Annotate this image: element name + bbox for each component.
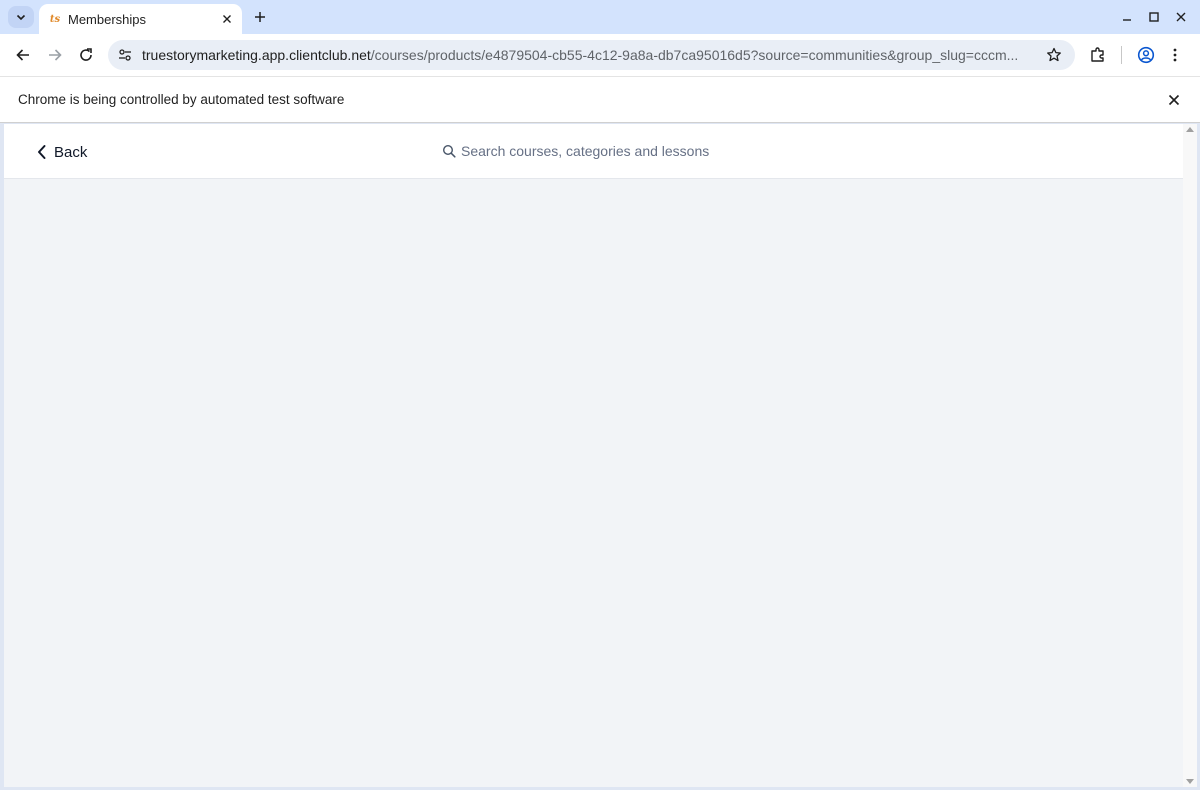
chevron-left-icon — [38, 145, 46, 159]
infobar-message: Chrome is being controlled by automated … — [18, 92, 345, 107]
toolbar-divider — [1121, 46, 1122, 64]
page-viewport: Back Search courses, categories and less… — [4, 124, 1197, 787]
puzzle-icon — [1091, 47, 1104, 62]
chevron-down-icon — [16, 14, 26, 21]
maximize-icon — [1149, 12, 1159, 22]
minimize-icon — [1123, 19, 1131, 21]
account-circle-icon — [1137, 46, 1155, 64]
infobar-close-button[interactable] — [1164, 90, 1184, 110]
page-scrollbar[interactable] — [1183, 124, 1197, 787]
tab-close-button[interactable] — [218, 10, 236, 28]
tab-strip: ts Memberships — [0, 0, 1200, 34]
back-label: Back — [54, 143, 88, 161]
back-button[interactable]: Back — [36, 141, 87, 163]
arrow-left-icon — [16, 49, 29, 61]
course-search-input[interactable]: Search courses, categories and lessons — [442, 139, 862, 163]
address-bar[interactable]: truestorymarketing.app.clientclub.net/co… — [108, 40, 1075, 70]
forward-nav-button[interactable] — [43, 43, 67, 67]
browser-tab[interactable]: ts Memberships — [39, 4, 242, 34]
browser-toolbar: truestorymarketing.app.clientclub.net/co… — [0, 34, 1200, 76]
url-text: truestorymarketing.app.clientclub.net/co… — [142, 47, 1043, 63]
window-close-button[interactable] — [1171, 7, 1191, 27]
search-icon — [442, 144, 456, 158]
url-path: /courses/products/e4879504-cb55-4c12-9a8… — [370, 47, 1019, 63]
site-favicon-icon: ts — [49, 13, 61, 25]
extensions-button[interactable] — [1086, 43, 1110, 67]
tab-title: Memberships — [68, 11, 147, 27]
search-placeholder: Search courses, categories and lessons — [461, 143, 710, 159]
page-header: Back Search courses, categories and less… — [4, 124, 1183, 179]
back-nav-button[interactable] — [11, 43, 35, 67]
bookmark-button[interactable] — [1043, 44, 1065, 66]
scroll-up-arrow-icon[interactable] — [1186, 127, 1194, 132]
menu-button[interactable] — [1163, 43, 1187, 67]
tune-icon — [119, 49, 131, 61]
reload-icon — [80, 48, 92, 61]
site-info-button[interactable] — [116, 46, 134, 64]
close-icon — [223, 15, 231, 23]
minimize-button[interactable] — [1117, 7, 1137, 27]
automation-infobar: Chrome is being controlled by automated … — [0, 76, 1200, 123]
maximize-button[interactable] — [1144, 7, 1164, 27]
tab-search-button[interactable] — [8, 6, 34, 28]
close-icon — [1168, 94, 1180, 106]
url-host: truestorymarketing.app.clientclub.net — [142, 47, 371, 63]
more-vert-icon — [1173, 48, 1177, 62]
reload-button[interactable] — [74, 43, 98, 67]
new-tab-button[interactable] — [250, 7, 270, 27]
plus-icon — [255, 12, 265, 22]
arrow-right-icon — [49, 49, 62, 61]
scroll-down-arrow-icon[interactable] — [1186, 779, 1194, 784]
close-icon — [1176, 12, 1186, 22]
profile-button[interactable] — [1134, 43, 1158, 67]
star-icon — [1047, 47, 1061, 62]
